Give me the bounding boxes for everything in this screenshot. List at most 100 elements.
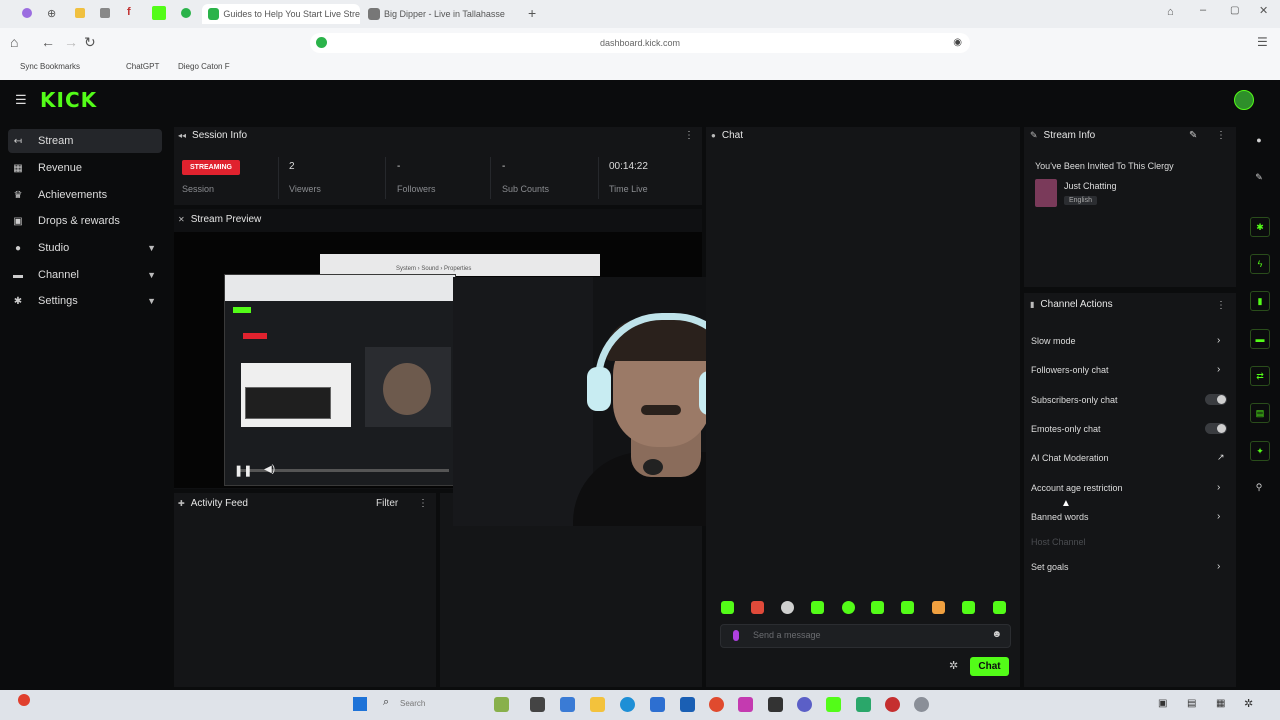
collapse-icon[interactable]: ✚ bbox=[178, 499, 185, 508]
category-name[interactable]: Just Chatting bbox=[1064, 181, 1117, 191]
sidebar-item-achievements[interactable]: ♛ Achievements bbox=[8, 183, 162, 207]
app-icon[interactable] bbox=[560, 697, 575, 712]
chevron-right-icon[interactable]: › bbox=[1217, 511, 1220, 522]
more-options-icon[interactable]: ⋮ bbox=[418, 498, 428, 509]
chevron-right-icon[interactable]: › bbox=[1217, 364, 1220, 375]
app-icon[interactable] bbox=[856, 697, 871, 712]
collapse-icon[interactable]: ◂◂ bbox=[178, 131, 186, 140]
pause-icon[interactable]: ❚❚ bbox=[234, 464, 252, 477]
settings-icon[interactable] bbox=[914, 697, 929, 712]
chat-input[interactable]: Send a message ☻ bbox=[720, 624, 1011, 648]
sidebar-item-drops-rewards[interactable]: ▣ Drops & rewards bbox=[8, 209, 162, 233]
edit-icon[interactable]: ✎ bbox=[1189, 130, 1197, 141]
chat-send-button[interactable]: Chat bbox=[970, 657, 1009, 676]
app-icon[interactable] bbox=[650, 697, 665, 712]
app-icon[interactable] bbox=[530, 697, 545, 712]
subscribers-only-toggle[interactable] bbox=[1205, 394, 1227, 405]
kick-logo[interactable]: KICK bbox=[40, 88, 97, 112]
sidebar-item-studio[interactable]: ● Studio ▼ bbox=[8, 236, 162, 260]
emote-icon[interactable] bbox=[871, 601, 884, 614]
avatar[interactable] bbox=[1234, 90, 1254, 110]
app-icon[interactable] bbox=[709, 697, 724, 712]
sidebar-item-revenue[interactable]: ▦ Revenue bbox=[8, 156, 162, 180]
lightning-icon[interactable]: ϟ bbox=[1250, 254, 1270, 274]
kick-taskbar-icon[interactable] bbox=[826, 697, 841, 712]
chevron-right-icon[interactable]: › bbox=[1217, 561, 1220, 572]
home-icon[interactable]: ⌂ bbox=[1167, 6, 1174, 18]
layout-icon[interactable]: ▤ bbox=[1250, 403, 1270, 423]
file-explorer-icon[interactable] bbox=[590, 697, 605, 712]
forward-arrow-icon[interactable]: → bbox=[64, 34, 78, 50]
emoji-icon[interactable]: ☻ bbox=[991, 629, 1002, 640]
close-icon[interactable]: ✕ bbox=[1259, 4, 1268, 17]
menu-icon[interactable]: ☰ bbox=[1257, 35, 1268, 49]
hamburger-menu-icon[interactable]: ☰ bbox=[15, 92, 27, 108]
notification-gear-icon[interactable]: ✲ bbox=[1244, 697, 1253, 710]
emote-icon[interactable] bbox=[932, 601, 945, 614]
home-button-icon[interactable]: ⌂ bbox=[10, 34, 18, 50]
emote-icon[interactable] bbox=[781, 601, 794, 614]
chat-settings-icon[interactable]: ✲ bbox=[949, 659, 958, 672]
workspace-icon[interactable]: ⊕ bbox=[47, 7, 56, 20]
back-arrow-icon[interactable]: ← bbox=[41, 34, 55, 50]
chevron-right-icon[interactable]: › bbox=[1217, 335, 1220, 346]
taskbar-search[interactable]: Search bbox=[400, 699, 425, 708]
tray-icon[interactable]: ▤ bbox=[1187, 698, 1196, 709]
more-options-icon[interactable]: ⋮ bbox=[1216, 130, 1226, 141]
action-set-goals[interactable]: Set goals bbox=[1031, 562, 1231, 572]
emote-icon[interactable] bbox=[751, 601, 764, 614]
more-options-icon[interactable]: ⋮ bbox=[684, 130, 694, 141]
sidebar-item-stream[interactable]: ↤ Stream bbox=[8, 129, 162, 153]
filter-button[interactable]: Filter bbox=[376, 498, 398, 509]
collapse-icon[interactable]: ✕ bbox=[178, 215, 185, 224]
emotes-only-toggle[interactable] bbox=[1205, 423, 1227, 434]
emote-icon[interactable] bbox=[901, 601, 914, 614]
action-followers-only-chat[interactable]: Followers-only chat bbox=[1031, 365, 1231, 375]
browser-profile-icon[interactable] bbox=[22, 8, 32, 18]
address-bar[interactable]: dashboard.kick.com ◉ bbox=[310, 33, 970, 53]
emote-icon[interactable] bbox=[811, 601, 824, 614]
action-banned-words[interactable]: Banned words bbox=[1031, 512, 1231, 522]
document-icon[interactable]: ▮ bbox=[1250, 291, 1270, 311]
split-icon[interactable]: ⇄ bbox=[1250, 366, 1270, 386]
new-tab-button[interactable]: + bbox=[528, 5, 536, 21]
link-icon[interactable]: ⚲ bbox=[1250, 478, 1268, 496]
app-icon[interactable] bbox=[680, 697, 695, 712]
reload-icon[interactable]: ↻ bbox=[84, 34, 96, 51]
search-icon[interactable]: ⌕ bbox=[383, 696, 389, 709]
emote-icon[interactable] bbox=[993, 601, 1006, 614]
kick-tab-icon[interactable] bbox=[152, 6, 166, 20]
emote-icon[interactable] bbox=[721, 601, 734, 614]
bookmark-item[interactable]: Diego Caton F bbox=[178, 62, 230, 71]
chat-icon[interactable]: ▬ bbox=[1250, 329, 1270, 349]
app-icon[interactable] bbox=[494, 697, 509, 712]
external-link-icon[interactable]: ↗ bbox=[1217, 452, 1225, 463]
emote-icon[interactable] bbox=[962, 601, 975, 614]
minimize-icon[interactable]: – bbox=[1200, 4, 1206, 16]
extension-icon[interactable] bbox=[75, 8, 85, 18]
weather-icon[interactable] bbox=[18, 694, 30, 706]
edit-icon[interactable]: ✎ bbox=[1250, 168, 1268, 186]
bookmark-item[interactable]: ChatGPT bbox=[126, 62, 159, 71]
action-slow-mode[interactable]: Slow mode bbox=[1031, 336, 1231, 346]
more-options-icon[interactable]: ⋮ bbox=[1216, 300, 1226, 311]
app-icon[interactable] bbox=[738, 697, 753, 712]
emote-icon[interactable] bbox=[842, 601, 855, 614]
action-account-age-restriction[interactable]: Account age restriction bbox=[1031, 483, 1231, 493]
browser-tab[interactable]: Big Dipper - Live in Tallahasse bbox=[364, 4, 518, 24]
volume-icon[interactable]: ◀) bbox=[264, 464, 275, 475]
sidebar-item-settings[interactable]: ✱ Settings ▼ bbox=[8, 289, 162, 313]
moderation-icon[interactable]: ✱ bbox=[1250, 217, 1270, 237]
app-icon[interactable] bbox=[797, 697, 812, 712]
action-ai-chat-moderation[interactable]: AI Chat Moderation bbox=[1031, 453, 1231, 463]
tray-icon[interactable]: ▦ bbox=[1216, 698, 1225, 709]
extension-icon[interactable]: f bbox=[127, 6, 131, 18]
chevron-right-icon[interactable]: › bbox=[1217, 482, 1220, 493]
extension-icon[interactable] bbox=[181, 8, 191, 18]
app-icon[interactable] bbox=[768, 697, 783, 712]
sidebar-item-channel[interactable]: ▬ Channel ▼ bbox=[8, 263, 162, 287]
browser-tab[interactable]: Guides to Help You Start Live Stre bbox=[202, 4, 360, 24]
maximize-icon[interactable]: ▢ bbox=[1230, 5, 1239, 16]
app-icon[interactable] bbox=[885, 697, 900, 712]
extension-icon[interactable] bbox=[100, 8, 110, 18]
